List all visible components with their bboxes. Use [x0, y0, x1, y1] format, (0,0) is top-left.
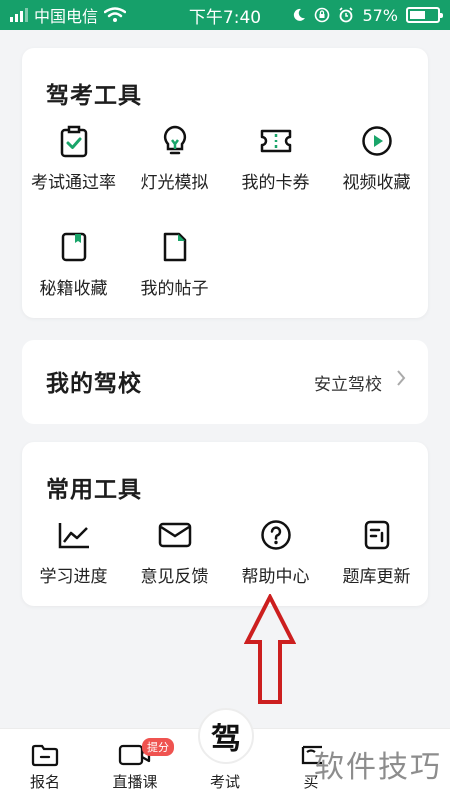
status-bar: 中国电信 下午7:40 57% [0, 0, 450, 30]
tab-exam[interactable]: 考试 [190, 767, 260, 792]
tool-video-favorites[interactable]: 视频收藏 [326, 124, 427, 193]
watermark-text: 软件技巧 [314, 750, 442, 785]
list-document-icon [360, 518, 394, 552]
tool-label: 考试通过率 [31, 173, 116, 193]
tab-label: 报名 [29, 773, 60, 791]
tool-help-center[interactable]: 帮助中心 [225, 518, 326, 587]
common-tools-title: 常用工具 [46, 477, 142, 503]
coupon-icon [259, 124, 293, 158]
tab-label: 考试 [209, 773, 240, 791]
help-circle-icon [259, 518, 293, 552]
battery-icon [406, 7, 443, 23]
tool-label: 我的卡券 [241, 173, 310, 193]
tab-registration[interactable]: 报名 [10, 743, 80, 792]
book-bookmark-icon [57, 230, 91, 264]
line-chart-icon [57, 518, 91, 552]
tool-my-coupons[interactable]: 我的卡券 [225, 124, 326, 193]
tool-label: 秘籍收藏 [39, 279, 108, 299]
clipboard-check-icon [57, 124, 91, 158]
annotation-arrow [244, 594, 296, 704]
folder-icon [31, 744, 59, 767]
tool-my-posts[interactable]: 我的帖子 [124, 230, 225, 299]
tool-label: 题库更新 [342, 567, 411, 587]
tool-label: 灯光模拟 [140, 173, 209, 193]
status-time: 下午7:40 [188, 7, 262, 28]
play-circle-icon [360, 124, 394, 158]
my-school-value: 安立驾校 [314, 375, 382, 395]
tool-tips-favorites[interactable]: 秘籍收藏 [23, 230, 124, 299]
chevron-right-icon [397, 370, 406, 386]
lightbulb-icon [158, 124, 192, 158]
tool-label: 视频收藏 [342, 173, 411, 193]
my-school-row[interactable]: 我的驾校 安立驾校 [22, 340, 428, 424]
my-school-title: 我的驾校 [46, 371, 142, 397]
tool-label: 帮助中心 [241, 567, 310, 587]
document-icon [158, 230, 192, 264]
tool-study-progress[interactable]: 学习进度 [23, 518, 124, 587]
common-tools-card: 常用工具 学习进度 意见反馈 帮助中心 题库更新 [22, 442, 428, 606]
tool-exam-pass-rate[interactable]: 考试通过率 [23, 124, 124, 193]
tool-label: 我的帖子 [140, 279, 209, 299]
tool-light-simulation[interactable]: 灯光模拟 [124, 124, 225, 193]
tool-question-bank-update[interactable]: 题库更新 [326, 518, 427, 587]
score-badge: 提分 [142, 738, 174, 756]
driving-tools-card: 驾考工具 考试通过率 灯光模拟 我的卡券 视频收藏 秘籍收藏 我的帖子 [22, 48, 428, 318]
tool-feedback[interactable]: 意见反馈 [124, 518, 225, 587]
tool-label: 学习进度 [39, 567, 108, 587]
drive-logo-icon[interactable]: 驾 [198, 708, 254, 764]
driving-tools-title: 驾考工具 [46, 83, 142, 109]
tool-label: 意见反馈 [140, 567, 209, 587]
envelope-icon [158, 518, 192, 552]
tab-label: 直播课 [112, 773, 158, 791]
